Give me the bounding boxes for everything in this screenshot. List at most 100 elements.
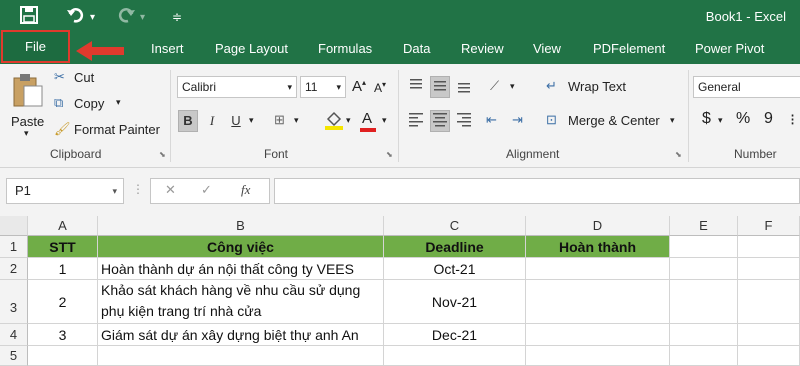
- orientation-dropdown-icon[interactable]: ▾: [510, 81, 515, 92]
- cell[interactable]: [670, 236, 738, 258]
- table-cell-task[interactable]: Hoàn thành dự án nội thất công ty VEES: [98, 258, 384, 280]
- comma-button[interactable]: 9: [764, 110, 773, 128]
- currency-dropdown-icon[interactable]: ▾: [718, 115, 723, 126]
- column-header-b[interactable]: B: [98, 216, 384, 236]
- increase-decimal-icon[interactable]: ⁝: [790, 110, 795, 130]
- column-header-f[interactable]: F: [738, 216, 800, 236]
- column-header-d[interactable]: D: [526, 216, 670, 236]
- cell[interactable]: [670, 280, 738, 324]
- save-icon[interactable]: [20, 6, 38, 30]
- tab-review[interactable]: Review: [461, 34, 504, 64]
- column-header-e[interactable]: E: [670, 216, 738, 236]
- table-cell-deadline[interactable]: Oct-21: [384, 258, 526, 280]
- borders-dropdown-icon[interactable]: ▾: [294, 115, 299, 126]
- align-middle-button[interactable]: [430, 76, 450, 98]
- number-format-select[interactable]: General: [693, 76, 800, 98]
- cut-button[interactable]: ✂ Cut: [54, 68, 114, 88]
- merge-center-button[interactable]: ⊡ Merge & Center ▾: [546, 110, 682, 132]
- cell[interactable]: [738, 258, 800, 280]
- table-cell-done[interactable]: [526, 324, 670, 346]
- underline-button[interactable]: U: [226, 110, 246, 132]
- table-header-cell[interactable]: Deadline: [384, 236, 526, 258]
- splitter-icon[interactable]: ⋮: [132, 182, 144, 196]
- underline-dropdown-icon[interactable]: ▾: [249, 115, 254, 126]
- fill-color-icon[interactable]: [324, 110, 344, 133]
- align-top-button[interactable]: [406, 76, 426, 98]
- tab-formulas[interactable]: Formulas: [318, 34, 372, 64]
- table-cell-done[interactable]: [526, 258, 670, 280]
- tab-view[interactable]: View: [533, 34, 561, 64]
- cell[interactable]: [384, 346, 526, 366]
- cell[interactable]: [738, 324, 800, 346]
- tab-pdfelement[interactable]: PDFelement: [593, 34, 665, 64]
- table-cell-done[interactable]: [526, 280, 670, 324]
- bold-button[interactable]: B: [178, 110, 198, 132]
- currency-button[interactable]: $: [702, 110, 711, 128]
- undo-dropdown-icon[interactable]: ▾: [90, 8, 95, 28]
- table-cell-deadline[interactable]: Dec-21: [384, 324, 526, 346]
- cell[interactable]: [670, 258, 738, 280]
- cell[interactable]: [738, 346, 800, 366]
- fill-dropdown-icon[interactable]: ▾: [346, 115, 351, 126]
- italic-button[interactable]: I: [202, 110, 222, 132]
- tab-page-layout[interactable]: Page Layout: [215, 34, 288, 64]
- customize-toolbar-icon[interactable]: ≑: [172, 7, 182, 27]
- decrease-indent-icon[interactable]: ⇤: [486, 112, 497, 128]
- cell[interactable]: [670, 324, 738, 346]
- row-header-1[interactable]: 1: [0, 236, 28, 258]
- cancel-icon[interactable]: ✕: [165, 182, 176, 198]
- column-header-a[interactable]: A: [28, 216, 98, 236]
- row-header-5[interactable]: 5: [0, 346, 28, 366]
- tab-power-pivot[interactable]: Power Pivot: [695, 34, 764, 64]
- column-header-c[interactable]: C: [384, 216, 526, 236]
- row-header-3[interactable]: 3: [0, 280, 28, 324]
- row-header-4[interactable]: 4: [0, 324, 28, 346]
- font-name-select[interactable]: Calibri ▾: [177, 76, 297, 98]
- row-header-2[interactable]: 2: [0, 258, 28, 280]
- alignment-launcher-icon[interactable]: ⬊: [675, 150, 682, 159]
- format-painter-button[interactable]: 🖌 Format Painter: [54, 120, 166, 140]
- percent-button[interactable]: %: [736, 110, 750, 128]
- tab-data[interactable]: Data: [403, 34, 430, 64]
- cell[interactable]: [98, 346, 384, 366]
- grow-font-button[interactable]: A▴: [352, 78, 366, 95]
- insert-function-button[interactable]: fx: [241, 182, 250, 198]
- increase-indent-icon[interactable]: ⇥: [512, 112, 523, 128]
- table-header-cell[interactable]: STT: [28, 236, 98, 258]
- font-color-button[interactable]: A: [360, 110, 376, 132]
- paste-dropdown-icon[interactable]: ▾: [24, 128, 29, 139]
- table-header-cell[interactable]: Hoàn thành: [526, 236, 670, 258]
- select-all-corner[interactable]: [0, 216, 28, 236]
- table-cell-stt[interactable]: 1: [28, 258, 98, 280]
- font-color-dropdown-icon[interactable]: ▾: [382, 115, 387, 126]
- align-bottom-button[interactable]: [454, 76, 474, 98]
- tab-insert[interactable]: Insert: [151, 34, 184, 64]
- redo-icon[interactable]: [116, 6, 136, 30]
- formula-input[interactable]: [274, 178, 800, 204]
- wrap-text-button[interactable]: ↵ Wrap Text: [546, 76, 632, 98]
- borders-icon[interactable]: ⊞: [274, 112, 285, 128]
- shrink-font-button[interactable]: A▾: [374, 80, 386, 95]
- cell[interactable]: [28, 346, 98, 366]
- tab-file[interactable]: File: [1, 30, 70, 63]
- table-cell-stt[interactable]: 2: [28, 280, 98, 324]
- enter-icon[interactable]: ✓: [201, 182, 212, 198]
- cell[interactable]: [738, 280, 800, 324]
- paste-button[interactable]: Paste: [8, 70, 48, 136]
- table-header-cell[interactable]: Công việc: [98, 236, 384, 258]
- table-cell-deadline[interactable]: Nov-21: [384, 280, 526, 324]
- table-cell-task[interactable]: Giám sát dự án xây dựng biệt thự anh An: [98, 324, 384, 346]
- cell[interactable]: [526, 346, 670, 366]
- orientation-icon[interactable]: ⟋: [490, 78, 499, 94]
- cell[interactable]: [670, 346, 738, 366]
- align-center-button[interactable]: [430, 110, 450, 132]
- font-launcher-icon[interactable]: ⬊: [386, 150, 393, 159]
- align-right-button[interactable]: [454, 110, 474, 132]
- name-box[interactable]: P1 ▾: [6, 178, 124, 204]
- undo-icon[interactable]: [66, 6, 86, 30]
- cell[interactable]: [738, 236, 800, 258]
- table-cell-stt[interactable]: 3: [28, 324, 98, 346]
- redo-dropdown-icon[interactable]: ▾: [140, 8, 145, 28]
- align-left-button[interactable]: [406, 110, 426, 132]
- font-size-select[interactable]: 11 ▾: [300, 76, 346, 98]
